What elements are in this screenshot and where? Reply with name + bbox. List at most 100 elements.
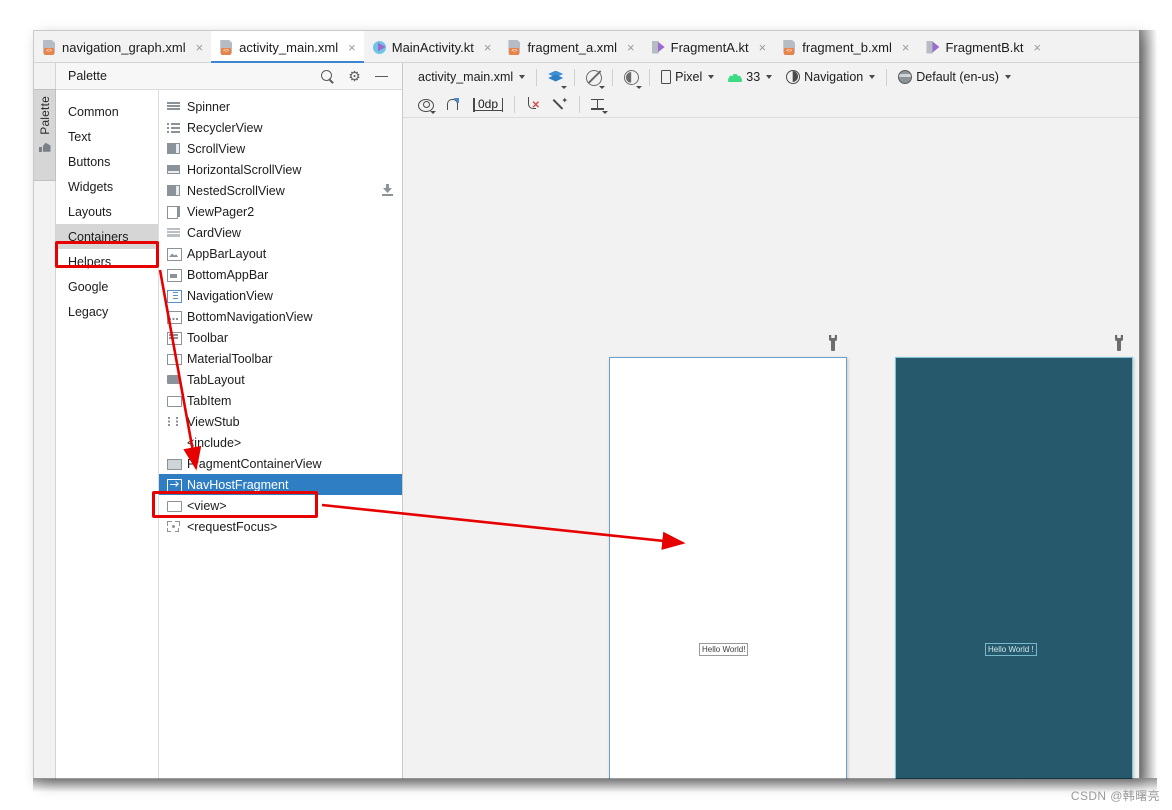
- close-icon[interactable]: ×: [348, 41, 356, 54]
- component-label: <include>: [187, 435, 242, 450]
- clear-constraints-button[interactable]: ✕: [519, 93, 547, 115]
- render-mode-button[interactable]: [579, 66, 608, 89]
- component-label: Toolbar: [187, 330, 228, 345]
- close-icon[interactable]: ×: [759, 41, 767, 54]
- palette-category-google[interactable]: Google: [56, 274, 158, 299]
- search-icon[interactable]: [321, 69, 334, 83]
- editor-tab-bar: navigation_graph.xml × activity_main.xml…: [34, 31, 1140, 63]
- design-preview[interactable]: Hello World!: [609, 357, 847, 779]
- chevron-down-icon: [636, 86, 643, 89]
- blueprint-preview-settings-icon[interactable]: [1113, 335, 1125, 351]
- download-icon[interactable]: [382, 184, 393, 196]
- palette-item-tabitem[interactable]: TabItem: [159, 390, 402, 411]
- no-render-icon: [586, 69, 603, 86]
- close-icon[interactable]: ×: [196, 41, 204, 54]
- palette-item-toolbar[interactable]: Toolbar: [159, 327, 402, 348]
- palette-item-appbarlayout[interactable]: AppBarLayout: [159, 243, 402, 264]
- palette-vertical-label: Palette: [37, 96, 52, 135]
- hello-world-text-design[interactable]: Hello World!: [699, 643, 749, 656]
- palette-icon: [38, 142, 51, 152]
- component-label: AppBarLayout: [187, 246, 267, 261]
- palette-item-cardview[interactable]: CardView: [159, 222, 402, 243]
- palette-item-viewpager2[interactable]: ViewPager2: [159, 201, 402, 222]
- theme-label: Navigation: [804, 70, 864, 84]
- palette-category-buttons[interactable]: Buttons: [56, 149, 158, 174]
- editor-tab-fragment-b-kt[interactable]: FragmentB.kt ×: [917, 31, 1049, 63]
- view-mode-button[interactable]: [541, 66, 570, 89]
- design-canvas[interactable]: Hello World! Hello World !: [403, 118, 1140, 779]
- design-surface: activity_main.xml Pixel 33 Navigation De…: [403, 63, 1140, 779]
- tab-label: MainActivity.kt: [391, 39, 474, 55]
- palette-item-include[interactable]: <include>: [159, 432, 402, 453]
- palette-item-recyclerview[interactable]: RecyclerView: [159, 117, 402, 138]
- window-bottom-shadow: [33, 778, 1157, 792]
- component-label: NestedScrollView: [187, 183, 285, 198]
- minimize-icon[interactable]: [375, 70, 388, 83]
- palette-item-scrollview[interactable]: ScrollView: [159, 138, 402, 159]
- palette-category-helpers[interactable]: Helpers: [56, 249, 158, 274]
- view-options-button[interactable]: [411, 93, 439, 115]
- baseline-align-button[interactable]: [584, 93, 611, 115]
- editor-tab-fragment-b-xml[interactable]: fragment_b.xml ×: [774, 31, 917, 63]
- palette-item-navhostfragment[interactable]: NavHostFragment: [159, 474, 402, 495]
- palette-item-spinner[interactable]: Spinner: [159, 96, 402, 117]
- kotlin-file-icon: [652, 40, 665, 55]
- palette-item-materialtoolbar[interactable]: MaterialToolbar: [159, 348, 402, 369]
- theme-selector[interactable]: Navigation: [779, 66, 882, 88]
- palette-item-fragmentcontainerview[interactable]: FragmentContainerView: [159, 453, 402, 474]
- chevron-down-icon: [561, 86, 568, 89]
- palette-category-widgets[interactable]: Widgets: [56, 174, 158, 199]
- close-icon[interactable]: ×: [484, 41, 492, 54]
- close-icon[interactable]: ×: [627, 41, 635, 54]
- editor-tab-main-activity[interactable]: MainActivity.kt ×: [364, 31, 500, 63]
- gear-icon[interactable]: ⚙: [348, 69, 361, 83]
- component-label: FragmentContainerView: [187, 456, 322, 471]
- bottomnavigationview-icon: [167, 310, 182, 324]
- palette-item-viewstub[interactable]: ViewStub: [159, 411, 402, 432]
- editor-tab-navigation-graph[interactable]: navigation_graph.xml ×: [34, 31, 211, 63]
- hello-world-text-blueprint[interactable]: Hello World !: [985, 643, 1037, 656]
- palette-item-navigationview[interactable]: NavigationView: [159, 285, 402, 306]
- device-selector[interactable]: Pixel: [654, 66, 721, 88]
- palette-panel: Palette ⚙ Common Text Buttons Widgets La…: [56, 63, 403, 779]
- palette-category-common[interactable]: Common: [56, 99, 158, 124]
- locale-selector[interactable]: Default (en-us): [891, 66, 1018, 88]
- editor-tab-activity-main[interactable]: activity_main.xml ×: [211, 31, 364, 63]
- palette-category-containers[interactable]: Containers: [56, 224, 158, 249]
- infer-constraints-button[interactable]: ✦: [547, 93, 575, 115]
- palette-category-legacy[interactable]: Legacy: [56, 299, 158, 324]
- category-label: Common: [68, 104, 119, 119]
- layout-file-selector[interactable]: activity_main.xml: [411, 66, 532, 88]
- night-mode-button[interactable]: [617, 66, 645, 89]
- palette-category-text[interactable]: Text: [56, 124, 158, 149]
- palette-item-view[interactable]: <view>: [159, 495, 402, 516]
- palette-category-layouts[interactable]: Layouts: [56, 199, 158, 224]
- close-icon[interactable]: ×: [1033, 41, 1041, 54]
- palette-item-bottomnavigationview[interactable]: BottomNavigationView: [159, 306, 402, 327]
- close-icon[interactable]: ×: [902, 41, 910, 54]
- component-label: HorizontalScrollView: [187, 162, 302, 177]
- tab-label: FragmentB.kt: [945, 39, 1024, 55]
- default-margin-button[interactable]: 0dp: [466, 93, 510, 115]
- palette-item-bottomappbar[interactable]: BottomAppBar: [159, 264, 402, 285]
- chevron-down-icon: [519, 75, 526, 79]
- palette-item-requestfocus[interactable]: <requestFocus>: [159, 516, 402, 537]
- palette-item-horizontalscrollview[interactable]: HorizontalScrollView: [159, 159, 402, 180]
- tab-label: fragment_a.xml: [527, 39, 618, 55]
- autoconnect-button[interactable]: [439, 93, 466, 115]
- palette-item-nestedscrollview[interactable]: NestedScrollView: [159, 180, 402, 201]
- infer-constraints-wand-icon: ✦: [554, 97, 568, 111]
- design-preview-settings-icon[interactable]: [827, 335, 839, 351]
- tool-window-button-palette[interactable]: Palette: [34, 89, 56, 181]
- palette-item-tablayout[interactable]: TabLayout: [159, 369, 402, 390]
- tablayout-icon: [167, 373, 180, 386]
- component-label: ViewStub: [187, 414, 240, 429]
- divider: [579, 95, 581, 113]
- tab-label: fragment_b.xml: [802, 39, 892, 55]
- api-level-selector[interactable]: 33: [721, 66, 779, 88]
- blueprint-preview[interactable]: Hello World !: [895, 357, 1133, 779]
- editor-tab-fragment-a-xml[interactable]: fragment_a.xml ×: [499, 31, 642, 63]
- autoconnect-magnet-icon: [446, 98, 459, 111]
- editor-tab-fragment-a-kt[interactable]: FragmentA.kt ×: [643, 31, 775, 63]
- category-label: Legacy: [68, 304, 109, 319]
